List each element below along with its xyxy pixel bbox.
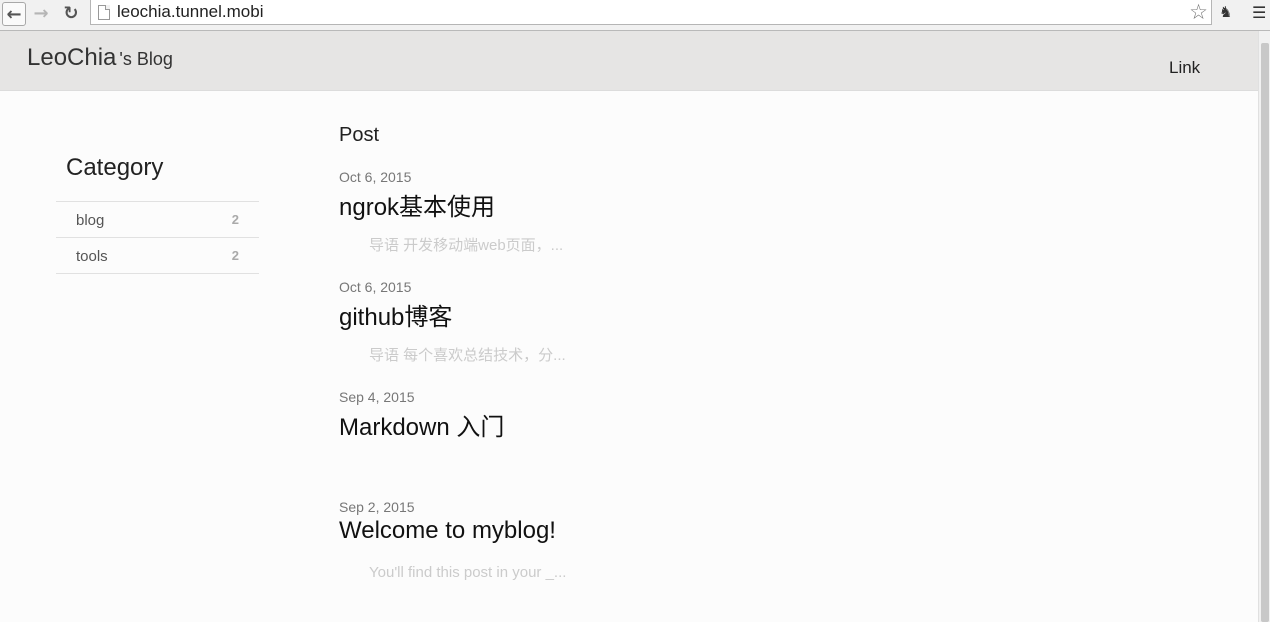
site-header: LeoChia's Blog Link (0, 31, 1258, 91)
url-text[interactable]: leochia.tunnel.mobi (117, 2, 263, 22)
back-arrow-icon[interactable]: ← (2, 2, 26, 26)
page-icon (98, 5, 110, 20)
category-label: blog (76, 212, 105, 229)
category-count: 2 (231, 212, 239, 227)
nav-link[interactable]: Link (1169, 58, 1200, 78)
category-label: tools (76, 248, 108, 265)
address-bar[interactable]: leochia.tunnel.mobi ☆ (90, 0, 1212, 25)
post-title[interactable]: Markdown 入门 (339, 407, 504, 442)
extension-icon[interactable]: ♞ (1219, 3, 1235, 21)
category-item[interactable]: tools 2 (56, 238, 259, 274)
menu-icon[interactable]: ☰ (1252, 3, 1266, 22)
post-date: Sep 2, 2015 (339, 499, 415, 515)
post-item: Sep 2, 2015 Welcome to myblog! You'll fi… (339, 499, 1039, 609)
category-list: blog 2 tools 2 (56, 201, 259, 274)
vertical-scrollbar[interactable] (1258, 31, 1270, 622)
post-item: Oct 6, 2015 github博客 导语 每个喜欢总结技术，分... (339, 279, 1039, 389)
post-excerpt: You'll find this post in your _... (369, 564, 567, 581)
scrollbar-thumb[interactable] (1261, 43, 1269, 622)
post-title[interactable]: ngrok基本使用 (339, 187, 495, 222)
post-date: Oct 6, 2015 (339, 169, 412, 185)
category-item[interactable]: blog 2 (56, 202, 259, 238)
post-title[interactable]: Welcome to myblog! (339, 517, 556, 545)
post-date: Oct 6, 2015 (339, 279, 412, 295)
post-excerpt: 导语 每个喜欢总结技术，分... (369, 347, 566, 364)
post-excerpt: 导语 开发移动端web页面，... (369, 237, 564, 254)
reload-icon[interactable]: ↻ (60, 2, 82, 24)
category-count: 2 (231, 248, 239, 263)
post-item: Sep 4, 2015 Markdown 入门 (339, 389, 1039, 499)
post-date: Sep 4, 2015 (339, 389, 415, 405)
browser-toolbar: ← → ↻ leochia.tunnel.mobi ☆ ♞ ☰ (0, 0, 1270, 31)
post-item: Oct 6, 2015 ngrok基本使用 导语 开发移动端web页面，... (339, 169, 1039, 279)
brand-suffix: 's Blog (119, 49, 173, 69)
site-brand[interactable]: LeoChia's Blog (27, 44, 173, 72)
post-title[interactable]: github博客 (339, 297, 452, 332)
category-title: Category (66, 154, 164, 181)
bookmark-star-icon[interactable]: ☆ (1189, 0, 1208, 24)
forward-arrow-icon[interactable]: → (30, 2, 52, 24)
brand-name: LeoChia (27, 44, 117, 71)
post-heading: Post (339, 124, 380, 146)
